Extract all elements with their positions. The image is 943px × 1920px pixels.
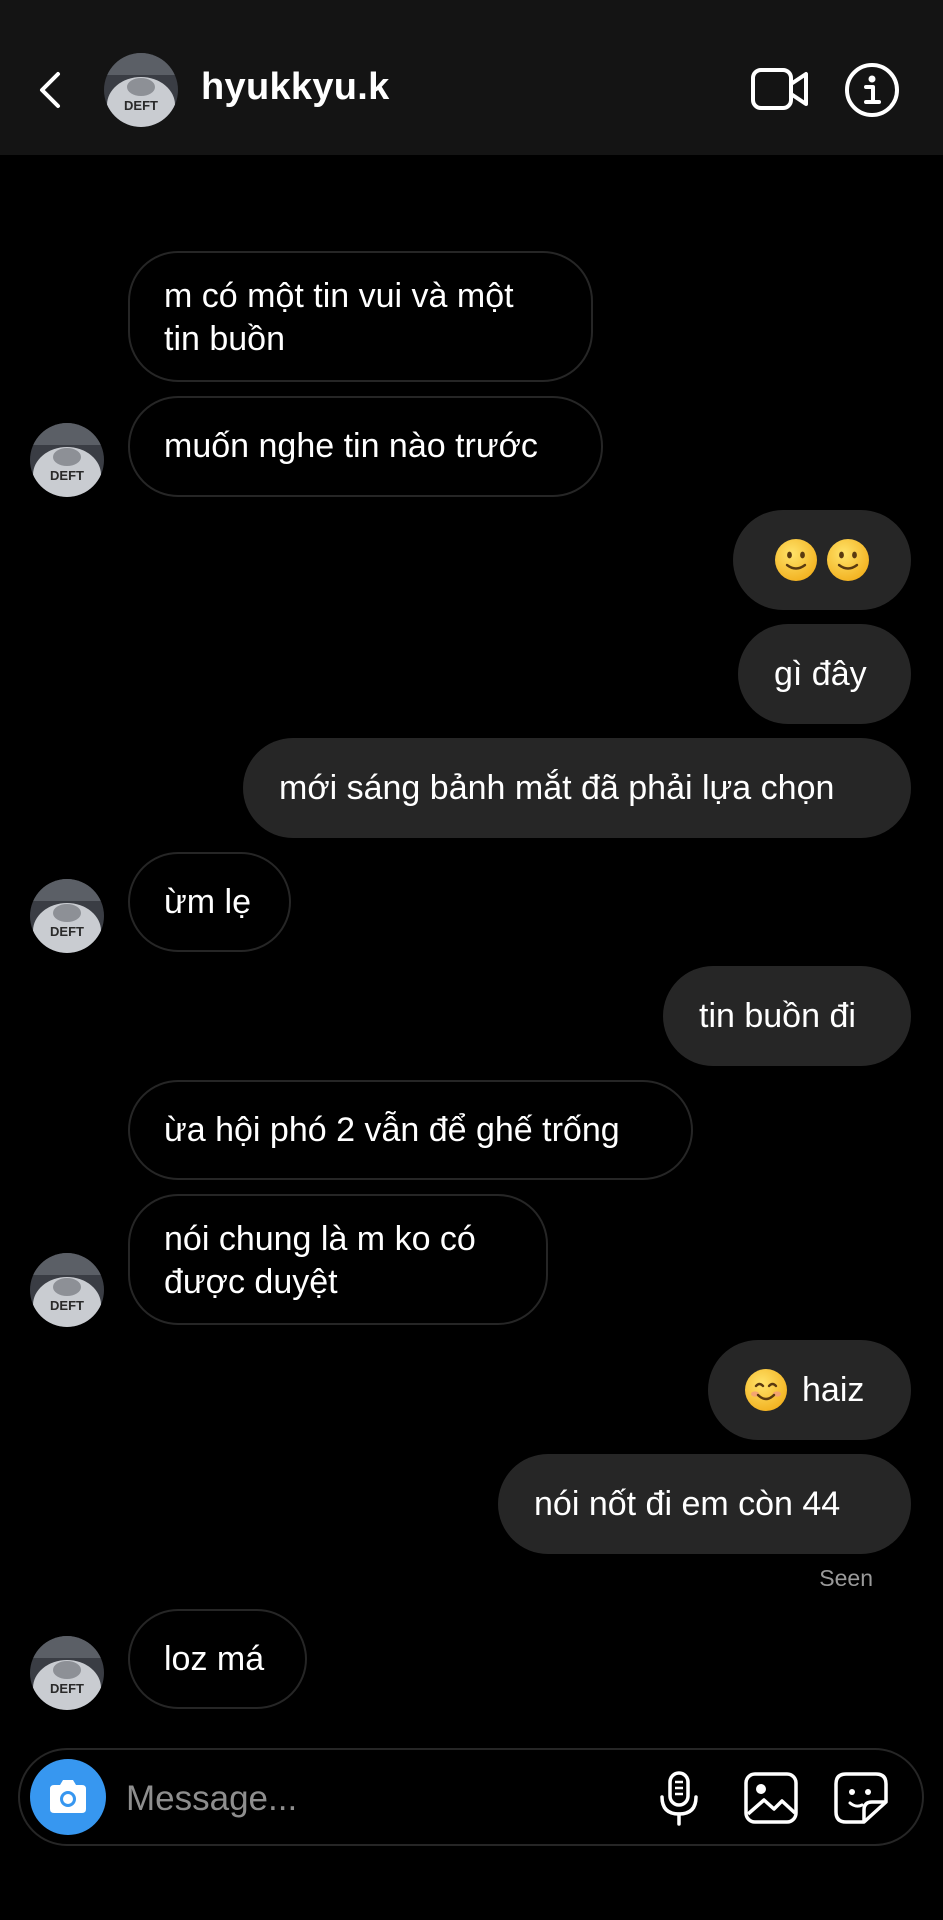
chat-header: DEFT hyukkyu.k [0,0,943,155]
info-button[interactable] [844,62,900,118]
message-text: haiz [802,1370,865,1409]
sender-avatar[interactable]: DEFT [30,1636,104,1710]
video-call-button[interactable] [750,64,810,114]
message-text: muốn nghe tin nào trước [164,427,538,465]
microphone-icon [660,1771,698,1826]
camera-icon [50,1780,86,1813]
avatar-caption: DEFT [50,924,84,939]
outgoing-message[interactable]: tin buồn đi [663,966,911,1066]
camera-button[interactable] [30,1759,106,1835]
sender-avatar[interactable]: DEFT [30,423,104,497]
seen-receipt: Seen [819,1565,873,1591]
message-text: ừm lẹ [164,882,251,921]
avatar-caption: DEFT [50,1298,84,1313]
smiling-face-with-smiling-eyes-icon [745,1369,787,1411]
incoming-message[interactable]: ừa hội phó 2 vẫn để ghế trống [128,1080,693,1180]
outgoing-message[interactable]: nói nốt đi em còn 44 [498,1454,911,1554]
outgoing-message[interactable]: mới sáng bảnh mắt đã phải lựa chọn [243,738,911,838]
sender-avatar[interactable]: DEFT [30,879,104,953]
sender-avatar[interactable]: DEFT [30,1253,104,1327]
incoming-message[interactable]: loz má [128,1609,307,1709]
avatar-caption: DEFT [124,98,158,113]
slightly-smiling-face-icon [775,539,817,581]
back-chevron-icon [40,72,60,108]
message-text-line: tin buồn [164,320,285,358]
incoming-message[interactable]: muốn nghe tin nào trước [128,396,603,497]
message-input[interactable] [124,1770,528,1828]
message-text: ừa hội phó 2 vẫn để ghế trống [164,1110,620,1149]
video-call-icon [751,68,808,110]
avatar-caption: DEFT [50,1681,84,1696]
back-button[interactable] [30,62,70,118]
message-text-line: được duyệt [164,1263,338,1301]
outgoing-message[interactable]: gì đây [738,624,911,724]
incoming-message[interactable]: nói chung là m ko có được duyệt [128,1194,548,1325]
contact-username[interactable]: hyukkyu.k [201,66,390,109]
outgoing-message[interactable]: haiz [708,1340,911,1440]
slightly-smiling-face-icon [827,539,869,581]
avatar-image: DEFT [104,53,178,127]
message-text: nói nốt đi em còn 44 [534,1484,841,1523]
message-text: tin buồn đi [699,996,856,1035]
message-text: loz má [164,1639,265,1678]
message-text-line: m có một tin vui và một [164,277,514,315]
message-text: gì đây [774,654,867,693]
gallery-icon [744,1772,798,1824]
message-composer [18,1748,924,1846]
message-text: mới sáng bảnh mắt đã phải lựa chọn [279,768,835,807]
gallery-button[interactable] [742,1770,800,1826]
message-text-line: nói chung là m ko có [164,1220,476,1258]
incoming-message[interactable]: ừm lẹ [128,852,291,952]
sticker-icon [834,1772,888,1824]
info-icon [845,63,899,117]
avatar-caption: DEFT [50,468,84,483]
voice-message-button[interactable] [653,1770,705,1828]
contact-avatar[interactable]: DEFT [104,53,178,127]
incoming-message[interactable]: m có một tin vui và một tin buồn [128,251,593,382]
sticker-button[interactable] [832,1770,890,1826]
outgoing-message[interactable] [733,510,911,610]
